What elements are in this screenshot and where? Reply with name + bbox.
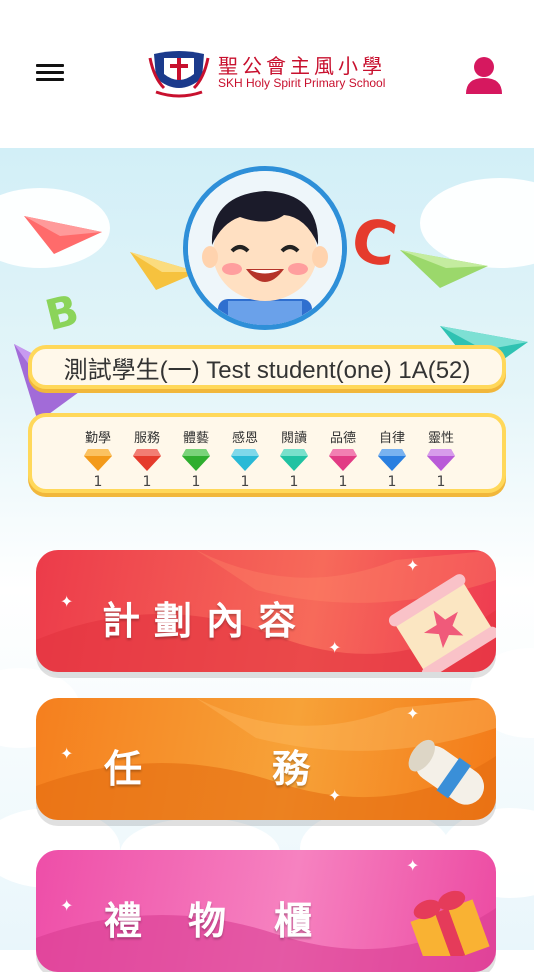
gem-icon — [329, 449, 357, 471]
gem-icon — [84, 449, 112, 471]
letter-b-decoration: B — [40, 284, 84, 341]
gem-icon — [378, 449, 406, 471]
sparkle-icon: ✦ — [406, 856, 420, 875]
gem-stat-reading: 閱讀 1 — [271, 427, 317, 490]
school-name-zh: 聖公會主風小學 — [218, 54, 386, 78]
gem-stat-diligence: 勤學 1 — [75, 427, 121, 490]
gem-label: 體藝 — [182, 431, 209, 446]
student-avatar — [183, 166, 347, 330]
rolled-scroll-icon — [408, 739, 485, 805]
gem-label: 閱讀 — [280, 431, 307, 446]
task-button[interactable]: 任 務 ✦ ✦ ✦ — [36, 698, 496, 820]
gem-label: 品德 — [329, 431, 356, 446]
gem-label: 靈性 — [427, 431, 454, 446]
student-name: 測試學生(一) Test student(one) 1A(52) — [63, 356, 471, 384]
task-label-part1: 任 — [104, 747, 143, 791]
gem-label: 勤學 — [84, 431, 111, 446]
gem-label: 服務 — [133, 431, 160, 446]
gem-label: 自律 — [378, 431, 405, 446]
scroll-star-icon — [388, 574, 496, 672]
gem-icon — [280, 449, 308, 471]
gem-icon — [182, 449, 210, 471]
gem-stat-discipline: 自律 1 — [369, 427, 415, 490]
paper-plane-icon — [24, 216, 102, 254]
gem-count: 1 — [93, 474, 103, 490]
gem-stat-arts: 體藝 1 — [173, 427, 219, 490]
gem-count: 1 — [191, 474, 201, 490]
gift-label-part3: 櫃 — [274, 899, 313, 943]
gem-label: 感恩 — [231, 431, 258, 446]
gem-count: 1 — [240, 474, 250, 490]
gem-count: 1 — [436, 474, 446, 490]
letter-c-decoration: C — [346, 204, 402, 282]
sparkle-icon: ✦ — [328, 638, 342, 657]
gem-count: 1 — [289, 474, 299, 490]
gem-stat-spirituality: 靈性 1 — [418, 427, 464, 490]
sparkle-icon: ✦ — [60, 744, 74, 763]
gem-icon — [231, 449, 259, 471]
plan-content-button[interactable]: 計劃內容 ✦ ✦ ✦ — [36, 550, 496, 672]
gem-stat-gratitude: 感恩 1 — [222, 427, 268, 490]
gem-count: 1 — [338, 474, 348, 490]
task-label-part2: 務 — [272, 747, 311, 791]
gem-stat-morality: 品德 1 — [320, 427, 366, 490]
gem-stat-service: 服務 1 — [124, 427, 170, 490]
school-name-en: SKH Holy Spirit Primary School — [218, 76, 386, 90]
plan-content-label: 計劃內容 — [102, 599, 311, 643]
sparkle-icon: ✦ — [60, 592, 74, 611]
sparkle-icon: ✦ — [406, 704, 420, 723]
gem-count: 1 — [387, 474, 397, 490]
hamburger-menu-icon[interactable] — [36, 60, 64, 88]
gift-label-part1: 禮 — [104, 899, 143, 943]
gem-icon — [133, 449, 161, 471]
app-header: 聖公會主風小學 SKH Holy Spirit Primary School — [0, 0, 534, 148]
sparkle-icon: ✦ — [328, 786, 342, 805]
gift-label-part2: 物 — [188, 899, 227, 943]
gem-count: 1 — [142, 474, 152, 490]
gift-cabinet-button[interactable]: 禮 物 櫃 ✦ ✦ — [36, 850, 496, 972]
gem-icon — [427, 449, 455, 471]
paper-plane-icon — [400, 250, 488, 288]
sparkle-icon: ✦ — [60, 896, 74, 915]
gem-stats-panel: 勤學 1 服務 1 體藝 1 感恩 1 閱讀 1 品德 1 自律 1 靈性 1 — [28, 413, 506, 493]
school-logo — [148, 51, 210, 98]
student-name-banner: 測試學生(一) Test student(one) 1A(52) — [28, 345, 506, 389]
user-profile-icon[interactable] — [466, 56, 502, 94]
gift-box-icon — [410, 890, 490, 956]
